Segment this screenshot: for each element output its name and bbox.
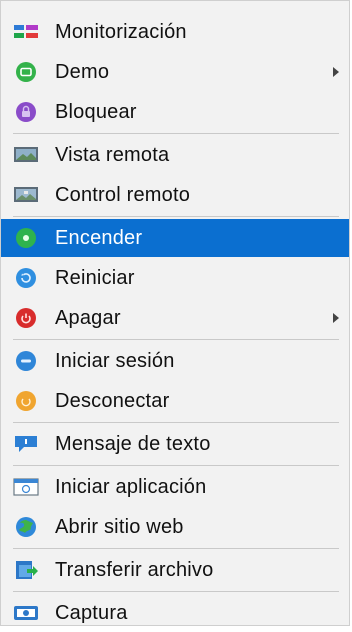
login-blue-circle-icon [13,350,39,372]
menu-item-encender[interactable]: Encender [1,219,349,257]
power-on-green-circle-icon [13,227,39,249]
menu-item-label: Iniciar sesión [55,349,175,372]
lock-purple-circle-icon [13,101,39,123]
menu-item-label: Vista remota [55,143,170,166]
menu-item-desconectar[interactable]: Desconectar [1,382,349,420]
menu-item-mensaje-de-texto[interactable]: Mensaje de texto [1,425,349,463]
menu-item-label: Iniciar aplicación [55,475,207,498]
menu-item-demo[interactable]: Demo [1,53,349,91]
screenshot-camera-icon [13,602,39,624]
menu-item-label: Mensaje de texto [55,432,211,455]
menu-item-iniciar-sesion[interactable]: Iniciar sesión [1,342,349,380]
menu-top-padding [1,1,349,11]
menu-divider [13,548,339,549]
menu-item-label: Reiniciar [55,266,135,289]
start-application-window-icon [13,476,39,498]
submenu-arrow-icon [333,313,339,323]
remote-control-monitor-icon [13,184,39,206]
shutdown-red-circle-icon [13,307,39,329]
submenu-arrow-icon [333,67,339,77]
menu-item-captura[interactable]: Captura [1,594,349,632]
menu-item-label: Transferir archivo [55,558,214,581]
menu-item-control-remoto[interactable]: Control remoto [1,176,349,214]
menu-item-label: Bloquear [55,100,137,123]
menu-item-label: Demo [55,60,110,83]
globe-icon [13,516,39,538]
menu-item-label: Desconectar [55,389,170,412]
menu-item-monitorizacion[interactable]: Monitorización [1,13,349,51]
demo-green-circle-icon [13,61,39,83]
monitoring-bars-icon [13,21,39,43]
menu-item-label: Encender [55,226,143,249]
menu-divider [13,422,339,423]
message-speech-bubble-icon [13,433,39,455]
menu-divider [13,339,339,340]
menu-divider [13,591,339,592]
menu-divider [13,133,339,134]
menu-item-reiniciar[interactable]: Reiniciar [1,259,349,297]
context-menu: Monitorización Demo Bloquear Vista remot… [0,0,350,626]
menu-item-abrir-sitio-web[interactable]: Abrir sitio web [1,508,349,546]
menu-item-label: Captura [55,601,128,624]
menu-item-bloquear[interactable]: Bloquear [1,93,349,131]
menu-divider [13,216,339,217]
restart-blue-circle-icon [13,267,39,289]
transfer-file-icon [13,559,39,581]
menu-item-label: Apagar [55,306,121,329]
menu-item-label: Control remoto [55,183,191,206]
menu-item-vista-remota[interactable]: Vista remota [1,136,349,174]
menu-item-transferir-archivo[interactable]: Transferir archivo [1,551,349,589]
menu-divider [13,465,339,466]
logout-orange-circle-icon [13,390,39,412]
menu-item-label: Abrir sitio web [55,515,184,538]
menu-item-iniciar-aplicacion[interactable]: Iniciar aplicación [1,468,349,506]
menu-item-apagar[interactable]: Apagar [1,299,349,337]
menu-item-label: Monitorización [55,20,187,43]
remote-view-monitor-icon [13,144,39,166]
